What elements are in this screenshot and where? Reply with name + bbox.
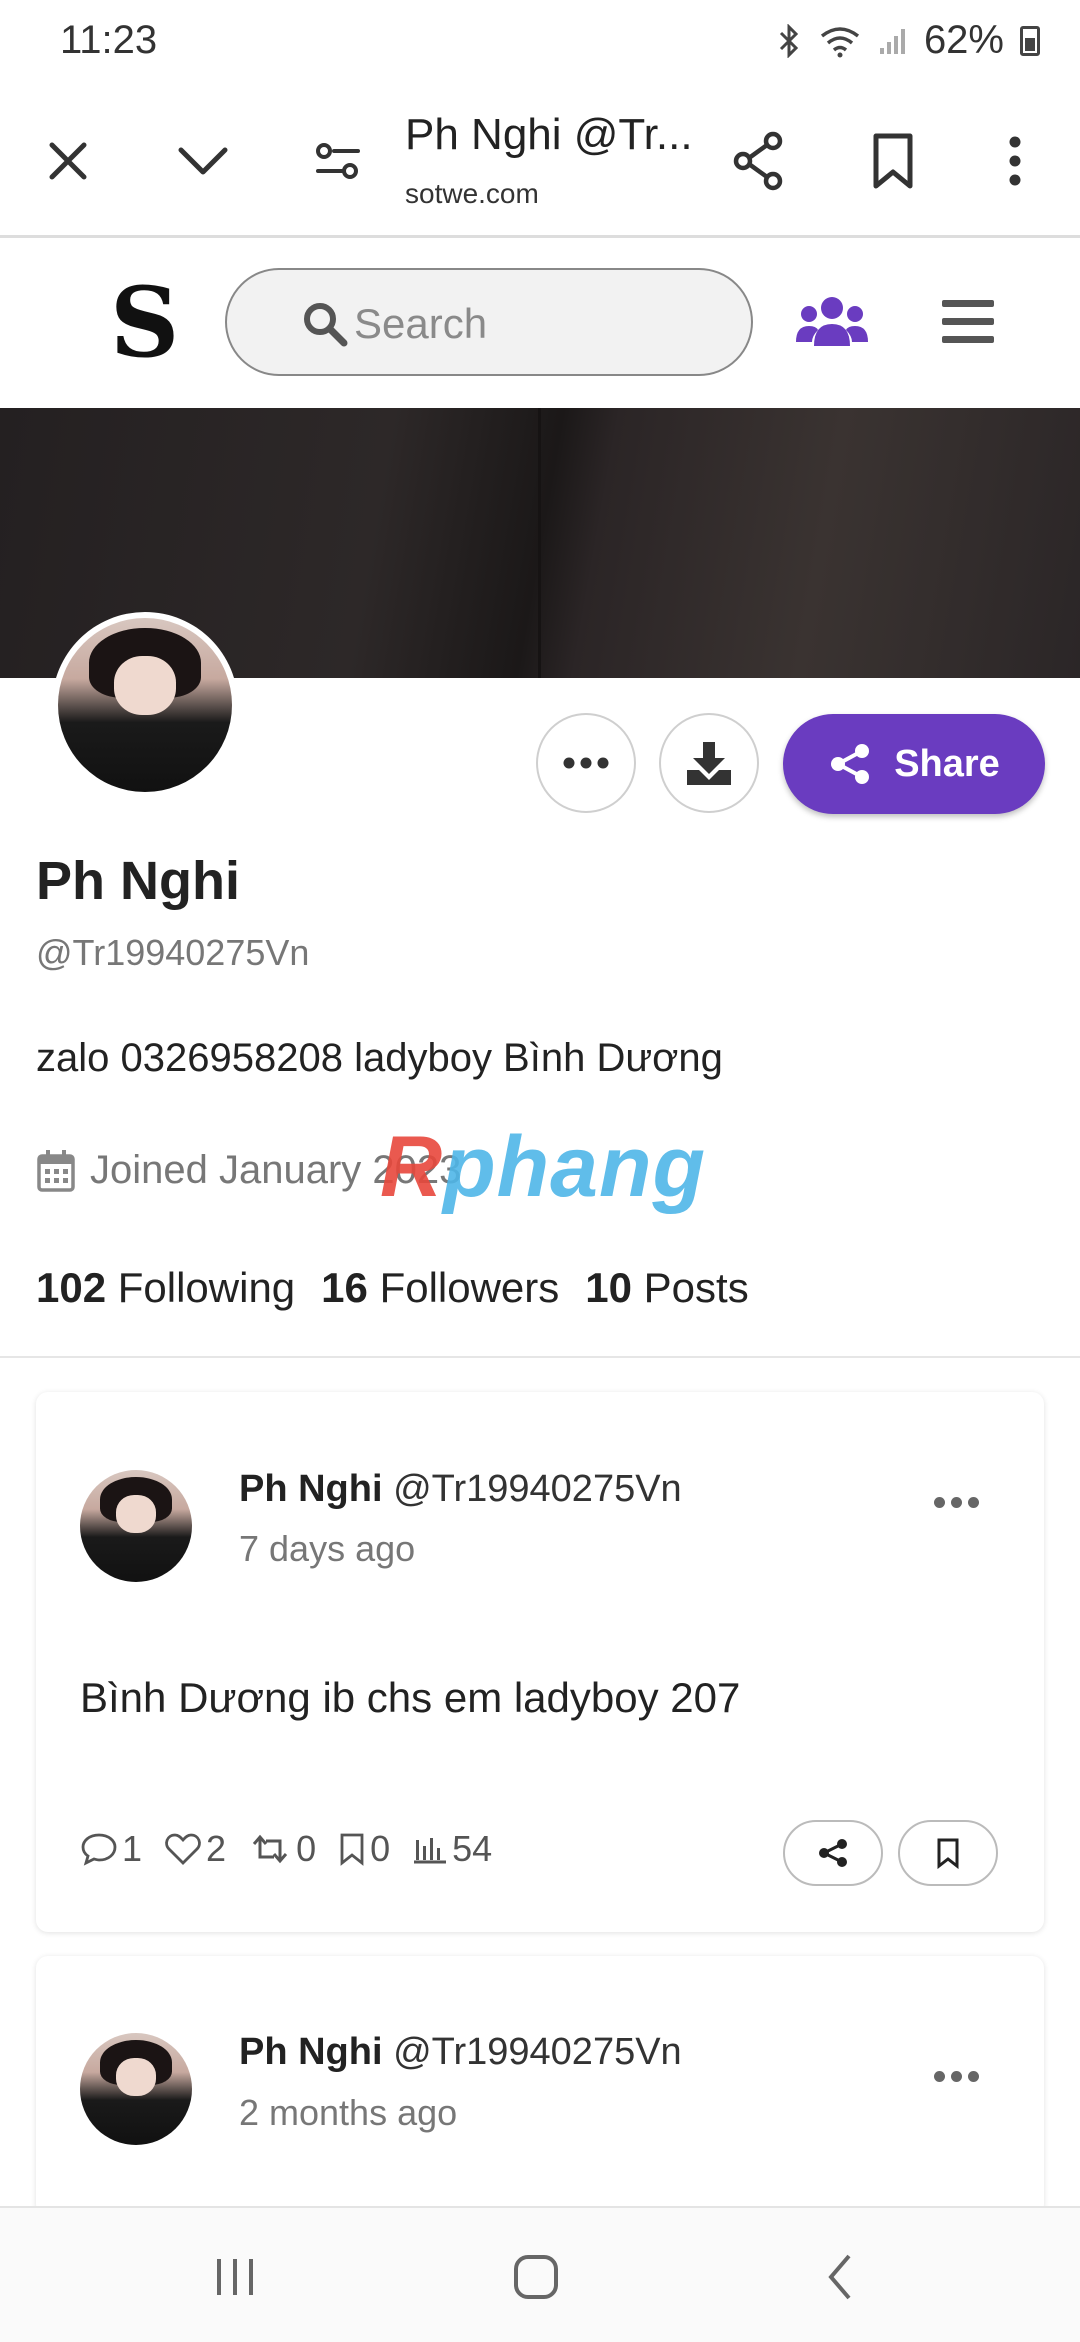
stat-followers[interactable]: 16 Followers bbox=[321, 1264, 559, 1312]
more-horizontal-icon[interactable] bbox=[934, 1492, 984, 1512]
signal-icon bbox=[879, 28, 905, 54]
stat-posts[interactable]: 10 Posts bbox=[585, 1264, 748, 1312]
site-settings-icon[interactable] bbox=[303, 126, 373, 196]
views-metric: 54 bbox=[412, 1828, 492, 1870]
site-logo[interactable]: S bbox=[110, 275, 179, 371]
repost-icon bbox=[252, 1834, 288, 1864]
search-box[interactable] bbox=[225, 268, 753, 376]
divider bbox=[0, 1356, 1080, 1358]
status-icons: 62% bbox=[776, 18, 1040, 63]
close-icon[interactable] bbox=[33, 126, 103, 196]
comment-icon bbox=[81, 1833, 117, 1866]
post-card[interactable]: Ph Nghi @Tr19940275Vn 7 days ago Bình Dư… bbox=[36, 1392, 1044, 1932]
home-icon[interactable] bbox=[496, 2242, 576, 2312]
profile-bio: zalo 0326958208 ladyboy Bình Dương bbox=[36, 1036, 723, 1080]
more-horizontal-icon[interactable] bbox=[934, 2066, 984, 2086]
battery-percent: 62% bbox=[923, 18, 1004, 62]
download-button[interactable] bbox=[659, 713, 759, 813]
system-nav-bar bbox=[0, 2206, 1080, 2342]
status-bar: 11:23 62% bbox=[0, 0, 1080, 86]
menu-icon[interactable] bbox=[942, 298, 994, 351]
status-time: 11:23 bbox=[60, 18, 158, 62]
bookmark-metric[interactable]: 0 bbox=[338, 1828, 390, 1870]
profile-avatar[interactable] bbox=[52, 612, 238, 798]
post-card[interactable]: Ph Nghi @Tr19940275Vn 2 months ago bbox=[36, 1956, 1044, 2216]
browser-toolbar: Ph Nghi @Tr... sotwe.com bbox=[0, 86, 1080, 238]
more-horizontal-icon bbox=[563, 757, 609, 769]
share-button[interactable]: Share bbox=[783, 714, 1045, 814]
post-avatar[interactable] bbox=[80, 2033, 192, 2145]
stat-following[interactable]: 102 Following bbox=[36, 1264, 295, 1312]
page-domain[interactable]: sotwe.com bbox=[405, 178, 539, 210]
more-vertical-icon[interactable] bbox=[980, 126, 1050, 196]
post-metrics: 1 2 0 0 54 bbox=[80, 1828, 492, 1870]
search-icon bbox=[304, 303, 348, 347]
chart-icon bbox=[414, 1838, 447, 1864]
bookmark-icon bbox=[937, 1838, 959, 1869]
share-button-label: Share bbox=[894, 742, 1000, 785]
post-time[interactable]: 2 months ago bbox=[239, 2092, 457, 2134]
post-time[interactable]: 7 days ago bbox=[239, 1528, 415, 1570]
post-author[interactable]: Ph Nghi @Tr19940275Vn bbox=[239, 1468, 682, 1511]
watermark-logo: Rphang bbox=[380, 1119, 707, 1215]
more-options-button[interactable] bbox=[536, 713, 636, 813]
repost-metric[interactable]: 0 bbox=[248, 1828, 316, 1870]
post-bookmark-button[interactable] bbox=[898, 1820, 998, 1886]
search-input[interactable] bbox=[352, 296, 716, 352]
share-icon[interactable] bbox=[723, 126, 793, 196]
users-icon[interactable] bbox=[795, 292, 869, 357]
chevron-down-icon[interactable] bbox=[168, 126, 238, 196]
calendar-icon bbox=[37, 1149, 75, 1192]
wifi-icon bbox=[820, 26, 860, 57]
share-icon bbox=[819, 1839, 847, 1867]
profile-stats: 102 Following 16 Followers 10 Posts bbox=[36, 1264, 749, 1312]
bookmark-icon[interactable] bbox=[858, 126, 928, 196]
back-icon[interactable] bbox=[800, 2242, 880, 2312]
like-metric[interactable]: 2 bbox=[164, 1828, 226, 1870]
site-header: S bbox=[0, 238, 1080, 408]
bookmark-icon bbox=[340, 1833, 364, 1866]
page-title[interactable]: Ph Nghi @Tr... bbox=[405, 110, 693, 160]
post-text: Bình Dương ib chs em ladyboy 207 bbox=[80, 1674, 741, 1721]
recent-apps-icon[interactable] bbox=[195, 2242, 275, 2312]
profile-handle: @Tr19940275Vn bbox=[36, 932, 310, 973]
profile-name: Ph Nghi bbox=[36, 851, 240, 911]
bluetooth-icon bbox=[779, 23, 799, 58]
reply-metric[interactable]: 1 bbox=[80, 1828, 142, 1870]
download-icon bbox=[687, 742, 731, 785]
post-avatar[interactable] bbox=[80, 1470, 192, 1582]
post-author[interactable]: Ph Nghi @Tr19940275Vn bbox=[239, 2031, 682, 2074]
share-icon bbox=[831, 744, 870, 784]
battery-icon bbox=[1020, 25, 1040, 56]
heart-icon bbox=[165, 1833, 201, 1865]
post-share-button[interactable] bbox=[783, 1820, 883, 1886]
